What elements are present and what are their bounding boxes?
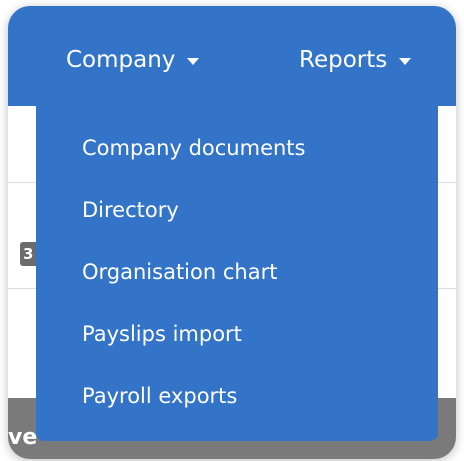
menu-item-company-documents[interactable]: Company documents	[82, 128, 305, 168]
caret-down-icon	[187, 57, 200, 65]
reports-menu-toggle[interactable]: Reports	[299, 40, 412, 80]
menu-item-payslips-import[interactable]: Payslips import	[82, 314, 242, 354]
menu-item-payroll-exports[interactable]: Payroll exports	[82, 376, 237, 416]
menu-item-organisation-chart[interactable]: Organisation chart	[82, 252, 277, 292]
menu-item-directory[interactable]: Directory	[82, 190, 179, 230]
company-dropdown-menu: Company documents Directory Organisation…	[36, 106, 438, 441]
company-menu-toggle[interactable]: Company	[66, 40, 200, 80]
company-menu-label: Company	[66, 47, 176, 73]
reports-menu-label: Reports	[299, 47, 388, 73]
window-frame: Company Reports 3 ve Company documents D…	[8, 6, 456, 459]
caret-down-icon	[399, 57, 412, 65]
background-bottom-text: ve	[8, 425, 38, 450]
top-navbar: Company Reports	[8, 6, 456, 106]
